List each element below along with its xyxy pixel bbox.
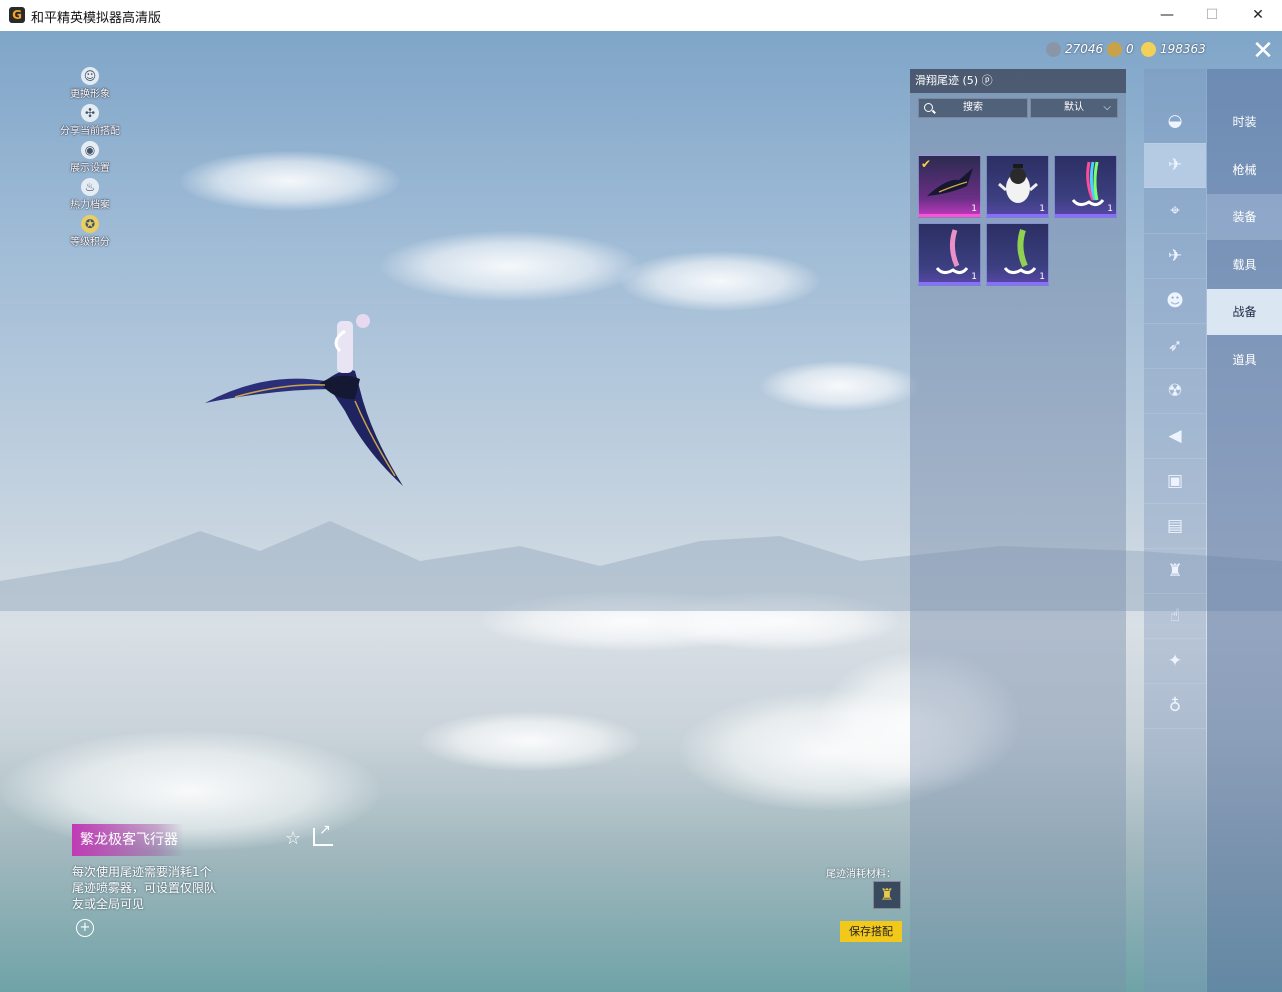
rarity-bar: [987, 282, 1048, 285]
add-circle-icon[interactable]: +: [76, 919, 94, 937]
category-planet[interactable]: ♁: [1144, 684, 1206, 729]
rarity-bar: [987, 214, 1048, 217]
gallery-icon: ▤: [1166, 516, 1184, 536]
category-hat[interactable]: ◒: [1144, 99, 1206, 144]
item-name: 繁龙极客飞行器: [72, 824, 184, 856]
dragon-glider-model: [205, 314, 403, 486]
app-logo-icon: G: [9, 7, 25, 23]
spray-material-icon[interactable]: ♜: [873, 881, 901, 909]
favorite-star-icon[interactable]: ☆: [285, 828, 301, 849]
item-description: 每次使用尾迹需要消耗1个尾迹喷雾器，可设置仅限队友或全局可见: [72, 865, 217, 911]
tab-combat-gear[interactable]: 战备: [1207, 289, 1282, 335]
category-glider-trail[interactable]: ✈: [1144, 143, 1206, 188]
extinguisher-icon: ♜: [1167, 561, 1183, 581]
item-slot[interactable]: 1: [986, 223, 1049, 286]
cloud: [760, 361, 920, 411]
sort-dropdown[interactable]: 默认 ⌵: [1030, 98, 1118, 118]
companion-icon: ☢: [1167, 381, 1183, 401]
item-panel: 滑翔尾迹 (5) ⓟ 搜索 默认 ⌵ ✔ 1 1 1 1 1: [910, 69, 1126, 992]
search-icon: [924, 103, 933, 112]
window-titlebar: G 和平精英模拟器高清版 — ☐ ✕: [0, 0, 1282, 32]
selected-check-icon: ✔: [921, 157, 932, 171]
category-drone[interactable]: ⌖: [1144, 189, 1206, 234]
left-menu: ☺ 更换形象 ✣ 分享当前搭配 ◉ 展示设置 ♨ 热力档案 ✪ 等级积分: [60, 67, 120, 252]
cloud: [180, 151, 400, 211]
category-vehicle[interactable]: ➶: [1144, 324, 1206, 369]
category-chat[interactable]: ▣: [1144, 459, 1206, 504]
sparkle-icon: ✦: [1167, 651, 1183, 671]
currency-coupon: 198363: [1141, 39, 1206, 59]
category-column: ◒ ✈ ⌖ ✈ ☻ ➶ ☢ ◀ ▣ ▤ ♜ ☝ ✦ ♁: [1144, 69, 1206, 992]
rarity-bar: [919, 214, 980, 217]
panel-title: 滑翔尾迹 (5) ⓟ: [910, 69, 1126, 93]
left-menu-share[interactable]: ✣ 分享当前搭配: [60, 104, 120, 141]
emote-icon: ☻: [1166, 291, 1184, 311]
category-gallery[interactable]: ▤: [1144, 504, 1206, 549]
tab-weapons[interactable]: 枪械: [1207, 147, 1282, 193]
rarity-bar: [1055, 214, 1116, 217]
flame-icon: ♨: [81, 178, 99, 196]
badge-icon: ✪: [81, 215, 99, 233]
maximize-button[interactable]: ☐: [1189, 0, 1235, 31]
rarity-bar: [919, 282, 980, 285]
material-label: 尾迹消耗材料：: [826, 869, 896, 880]
gold-token-icon: [1107, 41, 1122, 57]
window-title: 和平精英模拟器高清版: [31, 11, 162, 26]
planet-icon: ♁: [1168, 696, 1182, 716]
drone-icon: ⌖: [1170, 201, 1180, 221]
window-close-button[interactable]: ✕: [1235, 0, 1281, 31]
cloud: [620, 251, 820, 311]
category-voice[interactable]: ◀: [1144, 414, 1206, 459]
main-tab-column: 时装 枪械 装备 载具 战备 道具: [1207, 69, 1282, 992]
category-emote[interactable]: ☻: [1144, 279, 1206, 324]
game-viewport: ☺ 更换形象 ✣ 分享当前搭配 ◉ 展示设置 ♨ 热力档案 ✪ 等级积分 270…: [0, 31, 1282, 992]
tab-props[interactable]: 道具: [1207, 337, 1282, 383]
eye-icon: ◉: [81, 141, 99, 159]
category-spray[interactable]: ♜: [1144, 549, 1206, 594]
close-button[interactable]: ✕: [1245, 36, 1281, 66]
left-menu-display-settings[interactable]: ◉ 展示设置: [60, 141, 120, 178]
left-menu-change-avatar[interactable]: ☺ 更换形象: [60, 67, 120, 104]
share-export-icon[interactable]: [313, 822, 333, 846]
left-menu-heat-profile[interactable]: ♨ 热力档案: [60, 178, 120, 215]
tap-icon: ☝: [1169, 606, 1181, 626]
hat-icon: ◒: [1167, 111, 1183, 131]
person-icon: ☺: [81, 67, 99, 85]
category-effect[interactable]: ✦: [1144, 639, 1206, 684]
currency-silver: 27046: [1046, 39, 1103, 59]
save-outfit-button[interactable]: 保存搭配: [840, 921, 902, 942]
speaker-icon: ◀: [1168, 426, 1182, 446]
vehicle-icon: ➶: [1167, 336, 1183, 356]
item-slot[interactable]: 1: [986, 155, 1049, 218]
cloud: [380, 231, 640, 301]
tab-equipment[interactable]: 装备: [1207, 194, 1282, 240]
category-tap[interactable]: ☝: [1144, 594, 1206, 639]
currency-gold-token: 0: [1107, 39, 1134, 59]
cloud: [420, 711, 640, 771]
chevron-down-icon: ⌵: [1103, 102, 1111, 113]
left-menu-level-score[interactable]: ✪ 等级积分: [60, 215, 120, 252]
item-slot[interactable]: 1: [1054, 155, 1117, 218]
chat-icon: ▣: [1166, 471, 1184, 491]
share-icon: ✣: [81, 104, 99, 122]
plane-icon: ✈: [1167, 246, 1183, 266]
category-plane[interactable]: ✈: [1144, 234, 1206, 279]
silver-coin-icon: [1046, 41, 1061, 57]
glider-trail-icon: ✈: [1167, 155, 1183, 175]
search-input[interactable]: 搜索: [918, 98, 1028, 118]
tab-vehicles[interactable]: 载具: [1207, 242, 1282, 288]
coupon-coin-icon: [1141, 41, 1156, 57]
item-slot[interactable]: 1: [918, 223, 981, 286]
tab-fashion[interactable]: 时装: [1207, 99, 1282, 145]
item-slot[interactable]: ✔ 1: [918, 155, 981, 218]
minimize-button[interactable]: —: [1144, 0, 1190, 31]
category-companion[interactable]: ☢: [1144, 369, 1206, 414]
